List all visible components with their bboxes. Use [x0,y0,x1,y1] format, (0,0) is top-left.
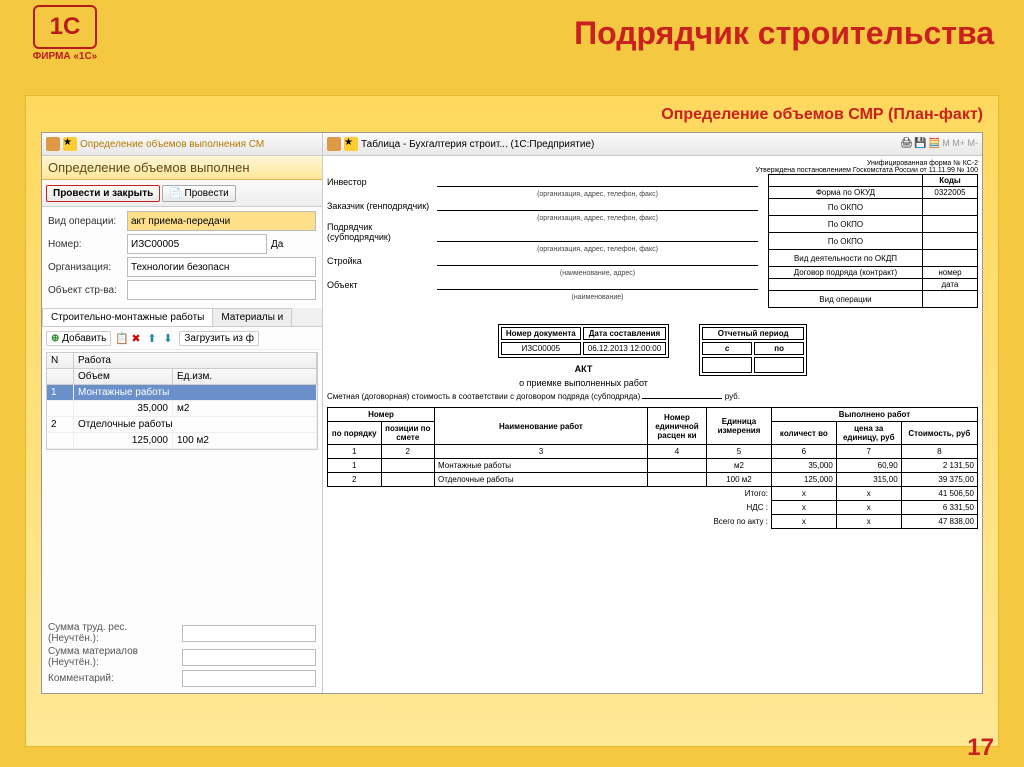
number-label: Номер: [48,239,123,250]
load-button[interactable]: Загрузить из ф [179,331,259,346]
period-table: Отчетный период спо [699,324,807,376]
delete-icon[interactable]: ✖ [131,332,143,344]
tab-materials[interactable]: Материалы и [212,308,292,326]
tab-title-left[interactable]: Определение объемов выполнения СМ [80,139,264,150]
page-title: Подрядчик строительства [574,15,994,52]
subtitle: Определение объемов СМР (План-факт) [41,106,983,124]
material-sum-label: Сумма материалов (Неучтён.): [48,646,178,668]
m-icons[interactable]: M M+ M- [942,138,978,150]
material-sum-input[interactable] [182,649,316,666]
akt-title: АКТ [498,364,669,374]
grid-toolbar: ⊕ Добавить 📋 ✖ ⬆ ⬇ Загрузить из ф [42,327,322,350]
col-work[interactable]: Работа [74,353,317,369]
tab-title-right: Таблица - Бухгалтерия строит... (1С:Пред… [361,139,594,150]
object-label: Объект стр-ва: [48,285,123,296]
cost-line: Сметная (договорная) стоимость в соответ… [327,392,978,401]
op-type-label: Вид операции: [48,216,123,227]
labor-sum-input[interactable] [182,625,316,642]
col-vol[interactable]: Объем [74,369,173,385]
page-number: 17 [967,734,994,762]
form-pane: ★ Определение объемов выполнения СМ Опре… [42,133,323,693]
form-note: Унифицированная форма № КС-2 [327,160,978,167]
form-note2: Утверждена постановлением Госкомстата Ро… [327,167,978,174]
codes-table: Коды Форма по ОКУД0322005 По ОКПО По ОКП… [768,174,978,308]
form-fields: Вид операции: Номер: Да Организация: Объ… [42,207,322,304]
table-row[interactable]: 2 Отделочные работы [47,417,317,433]
star-icon[interactable]: ★ [63,137,77,151]
ks2-document: Унифицированная форма № КС-2 Утверждена … [327,160,978,529]
logo: 1С ФИРМА «1С» [20,5,110,65]
move-up-icon[interactable]: ⬆ [147,332,159,344]
org-input[interactable] [127,257,316,277]
works-grid: N Работа Объем Ед.изм. 1 Монтажные работ… [46,352,318,450]
calc-icon[interactable]: 🧮 [928,138,940,150]
akt-number-table: Номер документаДата составления ИЗС00005… [498,324,669,358]
add-button[interactable]: ⊕ Добавить [46,331,111,346]
move-down-icon[interactable]: ⬇ [163,332,175,344]
comment-label: Комментарий: [48,673,178,684]
table-row[interactable]: 125,000 100 м2 [47,433,317,449]
object-input[interactable] [127,280,316,300]
akt-subtitle: о приемке выполненных работ [498,378,669,388]
form-toolbar: Провести и закрыть 📄 Провести [42,180,322,207]
op-type-input[interactable] [127,211,316,231]
number-input[interactable] [127,234,267,254]
app-icon [46,137,60,151]
date-label: Да [271,239,283,250]
print-preview: ★ Таблица - Бухгалтерия строит... (1С:Пр… [323,133,982,693]
labor-sum-label: Сумма труд. рес. (Неучтён.): [48,622,178,644]
save-icon[interactable]: 💾 [914,138,926,150]
col-n[interactable]: N [47,353,74,369]
content-area: Определение объемов СМР (План-факт) ★ Оп… [25,95,999,747]
totals-row: НДС :xx6 331,50 [328,501,978,515]
post-button[interactable]: 📄 Провести [162,185,235,202]
copy-icon[interactable]: 📋 [115,332,127,344]
bottom-fields: Сумма труд. рес. (Неучтён.): Сумма матер… [42,618,322,693]
comment-input[interactable] [182,670,316,687]
post-and-close-button[interactable]: Провести и закрыть [46,185,160,202]
app-window: ★ Определение объемов выполнения СМ Опре… [41,132,983,694]
table-row[interactable]: 35,000 м2 [47,401,317,417]
totals-row: Итого:xx41 506,50 [328,487,978,501]
table-row: 2Отделочные работы100 м2125,000315,0039 … [328,473,978,487]
tabbar: Строительно-монтажные работы Материалы и [42,308,322,327]
works-table: Номер Наименование работ Номер единичной… [327,407,978,529]
tab-construction[interactable]: Строительно-монтажные работы [42,308,213,326]
table-row: 1Монтажные работым235,00060,902 131,50 [328,459,978,473]
app-icon [327,137,341,151]
totals-row: Всего по акту :xx47 838,00 [328,515,978,529]
star-icon[interactable]: ★ [344,137,358,151]
col-unit[interactable]: Ед.изм. [173,369,317,385]
print-icon[interactable]: 🖨 [900,138,912,150]
form-header: Определение объемов выполнен [42,156,322,180]
titlebar: ★ Определение объемов выполнения СМ [42,133,322,156]
table-row[interactable]: 1 Монтажные работы [47,385,317,401]
org-label: Организация: [48,262,123,273]
